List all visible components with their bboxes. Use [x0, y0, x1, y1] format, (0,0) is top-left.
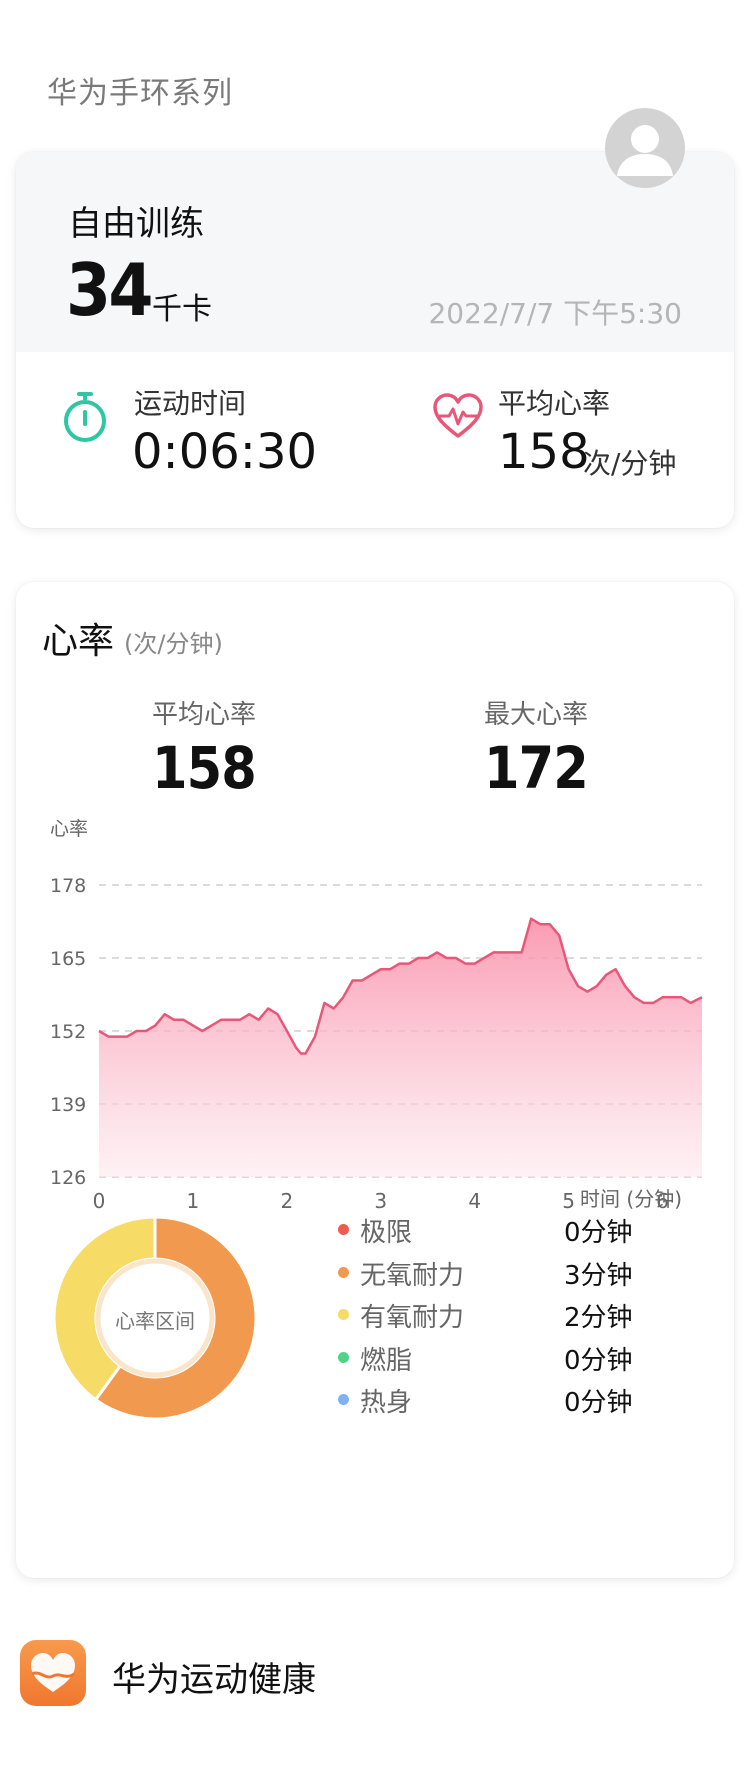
- workout-summary-card[interactable]: 自由训练 34 千卡 2022/7/7 下午5:30 运动时间 0:06:30 …: [16, 152, 734, 528]
- y-tick-label: 165: [50, 948, 86, 970]
- zone-label: 燃脂: [360, 1345, 413, 1376]
- zone-label: 热身: [360, 1388, 413, 1418]
- y-axis-ticks: 126 139 152 165 178: [50, 875, 86, 1189]
- duration-value: 0:06:30: [132, 424, 318, 480]
- zone-duration: 3分钟: [564, 1260, 633, 1291]
- user-avatar-icon[interactable]: [605, 108, 685, 188]
- zone-label: 无氧耐力: [360, 1260, 465, 1291]
- zone-color-dot: [338, 1394, 349, 1405]
- donut-center-label: 心率区间: [115, 1308, 195, 1333]
- heart-pulse-icon: [432, 392, 484, 444]
- zone-color-dot: [338, 1266, 349, 1278]
- heart-rate-line-chart: 心率 时间 (分钟) 126139152165178 0123456: [50, 818, 703, 1421]
- calorie-value: 34: [66, 248, 153, 332]
- y-tick-label: 126: [50, 1167, 86, 1189]
- zone-duration: 0分钟: [564, 1218, 633, 1248]
- y-axis-title: 心率: [50, 818, 88, 840]
- avg-hr-value: 158: [498, 424, 590, 480]
- duration-label: 运动时间: [134, 387, 247, 420]
- x-tick-label: 1: [187, 1189, 200, 1213]
- workout-datetime: 2022/7/7 下午5:30: [428, 297, 682, 330]
- zone-label: 极限: [360, 1218, 413, 1248]
- zone-label: 有氧耐力: [360, 1303, 465, 1333]
- y-tick-label: 139: [50, 1094, 86, 1116]
- zone-legend-item: 无氧耐力 3分钟: [338, 1253, 668, 1293]
- heart-rate-card: 心率 (次/分钟) 平均心率 158 最大心率 172 心率 时间 (分钟) 1…: [16, 582, 734, 1578]
- avg-hr-unit: 次/分钟: [583, 447, 677, 480]
- zone-legend-item: 燃脂 0分钟: [338, 1338, 668, 1378]
- zone-legend-item: 热身 0分钟: [338, 1380, 668, 1420]
- zone-duration: 2分钟: [564, 1303, 633, 1333]
- zone-legend-item: 极限 0分钟: [338, 1210, 668, 1250]
- x-tick-label: 0: [93, 1189, 106, 1213]
- zone-duration: 0分钟: [564, 1345, 633, 1376]
- zone-duration: 0分钟: [564, 1388, 633, 1418]
- app-name[interactable]: 华为运动健康: [112, 1652, 316, 1701]
- workout-name: 自由训练: [68, 204, 204, 244]
- zone-color-dot: [338, 1309, 349, 1320]
- device-series-title: 华为手环系列: [47, 76, 233, 111]
- avg-hr-label: 平均心率: [498, 387, 611, 420]
- y-tick-label: 178: [50, 875, 86, 897]
- zone-legend-item: 有氧耐力 2分钟: [338, 1295, 668, 1335]
- stopwatch-icon: [60, 390, 110, 448]
- calorie-unit: 千卡: [152, 292, 212, 327]
- zone-color-dot: [338, 1351, 349, 1363]
- huawei-health-logo-icon[interactable]: [20, 1640, 86, 1706]
- x-tick-label: 2: [280, 1189, 293, 1213]
- y-tick-label: 152: [50, 1021, 86, 1043]
- zone-color-dot: [338, 1224, 349, 1235]
